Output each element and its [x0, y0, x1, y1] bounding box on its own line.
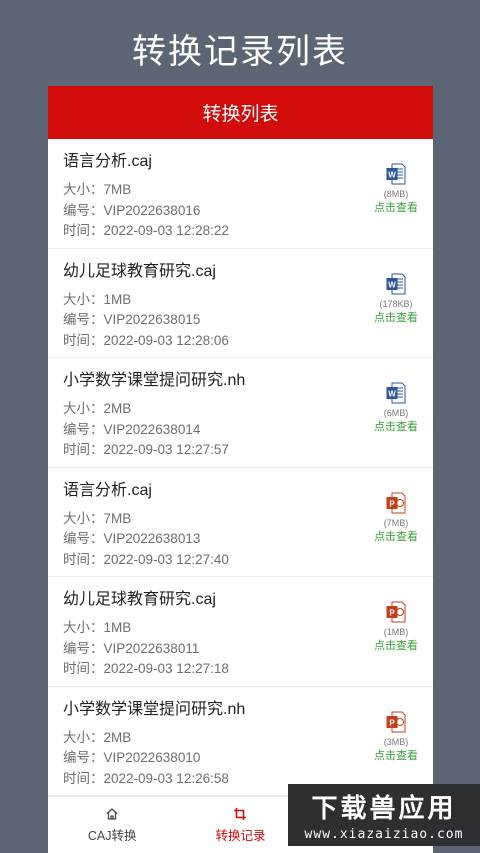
tab-caj-convert[interactable]: CAJ转换	[48, 797, 176, 853]
file-time-row: 时间： 2022-09-03 12:28:22	[63, 223, 229, 238]
output-size: (1MB)	[383, 627, 409, 637]
list-item[interactable]: 幼儿足球教育研究.caj 大小： 1MB 编号： VIP2022638011 时间：…	[48, 577, 433, 687]
home-icon	[106, 807, 118, 820]
crop-icon	[234, 807, 247, 820]
page-title: 转换记录列表	[132, 33, 348, 71]
output-file: P (1MB) 点击查看	[373, 601, 419, 653]
ppt-doc-icon: P	[386, 711, 406, 733]
output-size: (3MB)	[383, 736, 409, 747]
list-item[interactable]: 小学数学课堂提问研究.nh 大小： 2MB 编号： VIP2022638010 时间…	[48, 687, 433, 796]
view-button[interactable]: 点击查看	[373, 749, 419, 763]
word-doc-icon: W	[386, 163, 406, 185]
view-button[interactable]: 点击查看	[373, 201, 419, 215]
output-size: (6MB)	[383, 408, 409, 418]
watermark-url: www.xiazaiziao.com	[304, 827, 464, 842]
word-doc-icon: W	[386, 382, 406, 404]
tab-label: CAJ转换	[87, 828, 137, 843]
word-doc-icon: W	[386, 273, 406, 295]
file-time-row: 时间： 2022-09-03 12:27:18	[63, 661, 229, 676]
output-file: P (3MB) 点击查看	[373, 711, 419, 763]
output-file: W (8MB) 点击查看	[373, 163, 419, 215]
view-button[interactable]: 点击查看	[373, 420, 419, 434]
output-size: (7MB)	[383, 517, 409, 528]
card-title: 转换列表	[202, 104, 279, 125]
ppt-doc-icon: P	[386, 601, 406, 623]
conversion-list-card: 转换列表 语言分析.caj 大小： 7MB 编号： VIP2022638016 时间…	[48, 86, 433, 796]
list-item[interactable]: 语言分析.caj 大小： 7MB 编号： VIP2022638016 时间： 2022…	[48, 139, 433, 249]
file-time-row: 时间： 2022-09-03 12:27:40	[63, 551, 229, 567]
tab-conversion-records[interactable]: 转换记录	[176, 797, 304, 853]
view-button[interactable]: 点击查看	[373, 311, 419, 325]
svg-text:P: P	[389, 609, 395, 618]
output-size: (178KB)	[379, 298, 413, 309]
file-time-row: 时间： 2022-09-03 12:27:57	[63, 442, 229, 457]
svg-text:P: P	[389, 718, 395, 727]
output-file: P (7MB) 点击查看	[373, 492, 419, 544]
view-button[interactable]: 点击查看	[373, 530, 419, 544]
view-button[interactable]: 点击查看	[373, 639, 419, 653]
svg-text:P: P	[389, 499, 395, 508]
file-time-row: 时间： 2022-09-03 12:28:06	[63, 332, 229, 348]
record-list: 语言分析.caj 大小： 7MB 编号： VIP2022638016 时间： 2022…	[48, 139, 433, 796]
svg-text:W: W	[388, 390, 396, 399]
list-item[interactable]: 语言分析.caj 大小： 7MB 编号： VIP2022638013 时间： 2022…	[48, 468, 433, 577]
svg-text:W: W	[388, 280, 396, 289]
svg-text:W: W	[388, 171, 396, 180]
output-size: (8MB)	[383, 189, 409, 199]
tab-label: 转换记录	[215, 828, 266, 843]
card-header: 转换列表	[48, 86, 433, 139]
ppt-doc-icon: P	[386, 492, 406, 514]
output-file: W (178KB) 点击查看	[373, 273, 419, 325]
watermark-logo: 下载兽应用 www.xiazaiziao.com	[288, 784, 480, 846]
list-item[interactable]: 幼儿足球教育研究.caj 大小： 1MB 编号： VIP2022638015 时间：…	[48, 249, 433, 358]
watermark-title: 下载兽应用	[311, 793, 457, 823]
output-file: W (6MB) 点击查看	[373, 382, 419, 434]
list-item[interactable]: 小学数学课堂提问研究.nh 大小： 2MB 编号： VIP2022638014 时间…	[48, 358, 433, 468]
